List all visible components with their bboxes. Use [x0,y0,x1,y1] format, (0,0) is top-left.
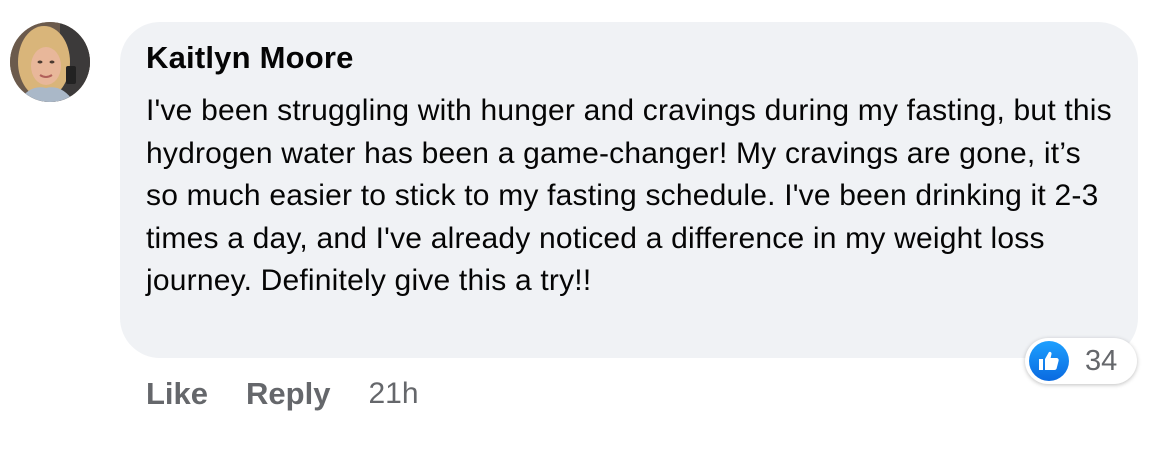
comment-bubble: Kaitlyn Moore I've been struggling with … [120,22,1138,358]
avatar-photo [10,22,90,102]
reply-button[interactable]: Reply [246,376,330,412]
comment-timestamp[interactable]: 21h [368,377,418,411]
avatar[interactable] [10,22,90,102]
author-name[interactable]: Kaitlyn Moore [146,38,1112,78]
like-button[interactable]: Like [146,376,208,412]
reaction-count: 34 [1085,344,1118,377]
comment-actions: Like Reply 21h [146,372,419,416]
comment: Kaitlyn Moore I've been struggling with … [0,0,1157,468]
comment-text: I've been struggling with hunger and cra… [146,94,1112,297]
thumbs-up-icon [1029,341,1069,381]
reaction-summary[interactable]: 34 [1025,338,1137,384]
